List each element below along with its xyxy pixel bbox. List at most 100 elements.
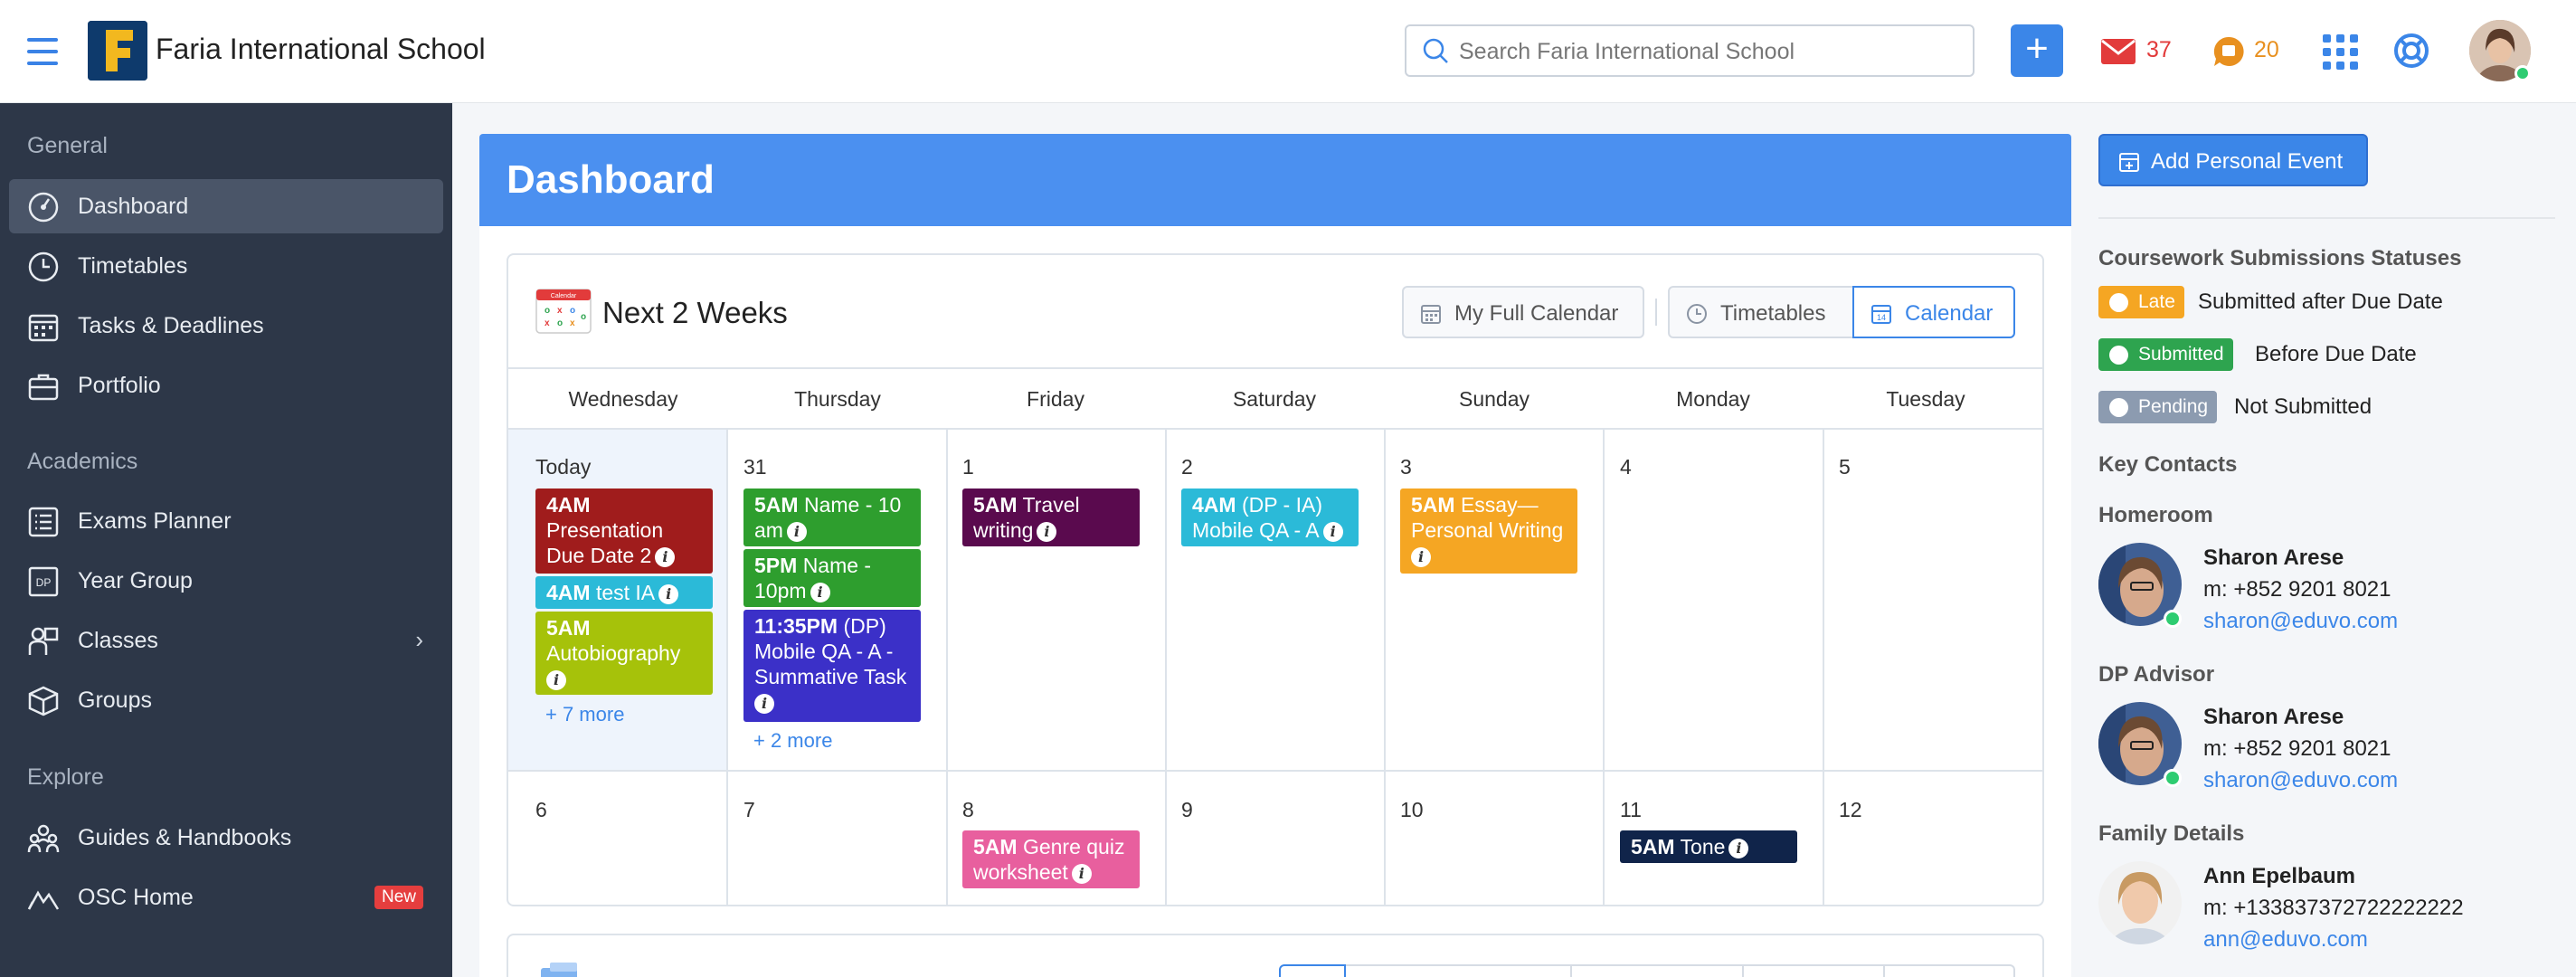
- sidebar-item-groups[interactable]: Groups: [9, 673, 443, 727]
- widget-tab[interactable]: [1744, 964, 1885, 977]
- sidebar-item-dashboard[interactable]: Dashboard: [9, 179, 443, 233]
- tab-timetables[interactable]: Timetables: [1668, 286, 1854, 338]
- mail-icon[interactable]: [2100, 38, 2136, 65]
- create-button[interactable]: +: [2011, 24, 2063, 77]
- sidebar-item-osc-home[interactable]: OSC Home New: [9, 870, 443, 925]
- messages-count[interactable]: 20: [2254, 37, 2279, 63]
- day-number: 8: [962, 798, 974, 821]
- divider: [2098, 217, 2555, 219]
- sidebar-item-portfolio[interactable]: Portfolio: [9, 358, 443, 413]
- weekday-tuesday: Tuesday: [1886, 387, 1965, 411]
- add-personal-event-button[interactable]: Add Personal Event: [2098, 134, 2368, 186]
- mail-count[interactable]: 37: [2146, 37, 2172, 63]
- weekday-thursday: Thursday: [794, 387, 881, 411]
- widget-tab[interactable]: [1279, 964, 1346, 977]
- calendar-event[interactable]: 5AM Name - 10 am i: [743, 488, 921, 546]
- status-description: Not Submitted: [2234, 394, 2372, 419]
- sidebar-item-timetables[interactable]: Timetables: [9, 239, 443, 293]
- calendar-event[interactable]: 5AM Travel writing i: [962, 488, 1140, 546]
- calendar-illustration-icon: Calendar oxo x o xo: [535, 289, 592, 334]
- weekday-monday: Monday: [1676, 387, 1750, 411]
- event-time: 11:35PM: [754, 614, 838, 638]
- search-input[interactable]: Search Faria International School: [1405, 24, 1975, 77]
- sidebar-item-tasks-deadlines[interactable]: Tasks & Deadlines: [9, 299, 443, 353]
- svg-text:o: o: [557, 318, 563, 328]
- info-icon[interactable]: i: [754, 693, 774, 714]
- page-title: Dashboard: [507, 157, 715, 202]
- contact-phone: m: +852 9201 8021: [2203, 577, 2391, 602]
- info-icon[interactable]: i: [546, 669, 566, 690]
- info-icon[interactable]: i: [1037, 521, 1057, 542]
- sidebar-item-guides-handbooks[interactable]: Guides & Handbooks: [9, 811, 443, 865]
- school-logo[interactable]: [88, 21, 147, 81]
- calendar-event[interactable]: 4AM test IA i: [535, 576, 713, 609]
- calendar-event[interactable]: 4AM (DP - IA) Mobile QA - Ai: [1181, 488, 1359, 546]
- widget-tab[interactable]: [1572, 964, 1744, 977]
- info-icon[interactable]: i: [810, 582, 830, 602]
- day-number: 10: [1400, 798, 1424, 821]
- contact-email-link[interactable]: sharon@eduvo.com: [2203, 768, 2398, 793]
- event-time: 4AM: [546, 581, 591, 604]
- calendar-event[interactable]: 11:35PM (DP) Mobile QA - A - Summative T…: [743, 610, 921, 722]
- info-icon[interactable]: i: [1728, 838, 1749, 858]
- menu-icon[interactable]: [27, 38, 58, 65]
- sidebar-item-exams-planner[interactable]: Exams Planner: [9, 494, 443, 548]
- sidebar-item-label: Guides & Handbooks: [78, 825, 292, 850]
- widget-title: Next 2 Weeks: [602, 296, 788, 329]
- info-icon[interactable]: i: [1411, 546, 1431, 567]
- status-badge-pending: Pending: [2098, 391, 2218, 423]
- clock-icon: [2109, 398, 2128, 417]
- contact-email-link[interactable]: ann@eduvo.com: [2203, 927, 2368, 953]
- day-number: 1: [962, 455, 974, 479]
- more-events-link[interactable]: + 7 more: [545, 703, 624, 726]
- calendar-event[interactable]: 5AM Autobiography i: [535, 612, 713, 695]
- grid-line: [1603, 430, 1605, 905]
- event-time: 5AM: [973, 493, 1018, 517]
- button-label: My Full Calendar: [1454, 301, 1619, 326]
- my-full-calendar-button[interactable]: My Full Calendar: [1402, 286, 1644, 338]
- svg-text:DP: DP: [36, 576, 52, 589]
- day-number: 9: [1181, 798, 1193, 821]
- day-number: 31: [743, 455, 767, 479]
- weekday-saturday: Saturday: [1232, 387, 1317, 411]
- svg-text:x: x: [545, 318, 550, 328]
- info-icon[interactable]: i: [658, 583, 679, 604]
- dashboard-header: Dashboard: [479, 134, 2071, 226]
- school-name[interactable]: Faria International School: [156, 33, 486, 66]
- sidebar-group-general: General: [27, 133, 108, 158]
- calendar-small-icon: [1421, 305, 1441, 324]
- info-icon[interactable]: i: [655, 546, 676, 567]
- calendar-event[interactable]: 5AM Essay—Personal Writing i: [1400, 488, 1577, 574]
- calendar-icon: [28, 314, 59, 342]
- status-badge-submitted: Submitted: [2098, 338, 2233, 371]
- apps-grid-icon[interactable]: [2323, 34, 2359, 71]
- info-icon[interactable]: i: [1322, 521, 1343, 542]
- calendar-small-icon: 14: [1871, 305, 1891, 324]
- sidebar-item-label: Portfolio: [78, 373, 161, 398]
- info-icon[interactable]: i: [786, 521, 807, 542]
- weekday-wednesday: Wednesday: [568, 387, 678, 411]
- contact-email-link[interactable]: sharon@eduvo.com: [2203, 609, 2398, 634]
- calendar-event[interactable]: 4AM Presentation Due Date 2i: [535, 488, 713, 574]
- event-title: Presentation Due Date 2: [546, 518, 664, 567]
- widget-tab[interactable]: [1346, 964, 1572, 977]
- tab-calendar[interactable]: 14 Calendar: [1852, 286, 2015, 338]
- more-events-link[interactable]: + 2 more: [753, 729, 832, 753]
- list-icon: [28, 507, 59, 537]
- calendar-event[interactable]: 5AM Genre quiz worksheet i: [962, 830, 1140, 888]
- help-icon[interactable]: [2393, 33, 2429, 69]
- calendar-event[interactable]: 5PM Name - 10pm i: [743, 549, 921, 607]
- chat-bubble-icon[interactable]: [2212, 35, 2245, 68]
- grid-line: [508, 770, 2042, 772]
- calendar-event[interactable]: 5AM Tone i: [1620, 830, 1797, 863]
- status-description: Submitted after Due Date: [2198, 289, 2443, 314]
- clock-small-icon: [1687, 304, 1707, 324]
- contact-avatar[interactable]: [2098, 861, 2182, 944]
- sidebar-item-classes[interactable]: Classes ›: [9, 613, 443, 668]
- clock-icon: [28, 251, 59, 282]
- sidebar-item-year-group[interactable]: DP Year Group: [9, 554, 443, 608]
- widget-tab[interactable]: [1885, 964, 2015, 977]
- dp-icon: DP: [28, 566, 59, 597]
- sidebar-group-explore: Explore: [27, 764, 104, 790]
- info-icon[interactable]: i: [1071, 863, 1092, 884]
